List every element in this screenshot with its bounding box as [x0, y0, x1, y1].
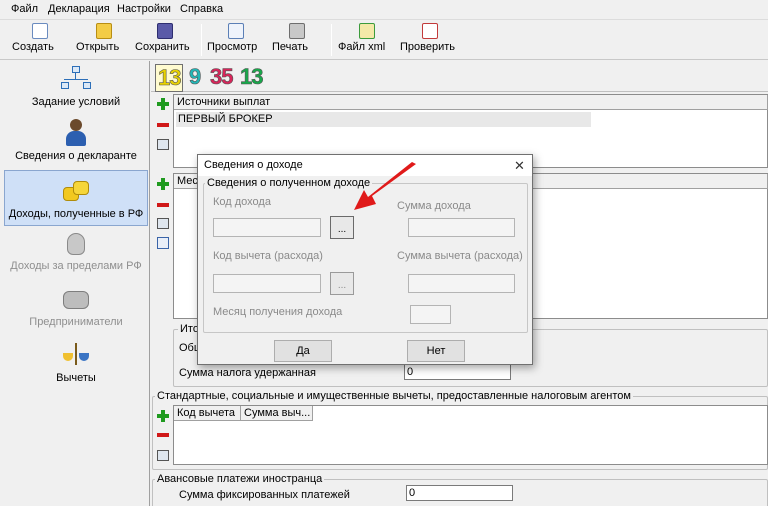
remove-source-button[interactable]: [157, 123, 169, 127]
nav-label: Сведения о декларанте: [15, 150, 137, 162]
nav-label: Задание условий: [31, 96, 121, 108]
coins-icon: [61, 177, 91, 205]
fixed-payments-label: Сумма фиксированных платежей: [179, 489, 350, 501]
handshake-icon: [61, 285, 91, 313]
month-field[interactable]: [410, 305, 451, 324]
toolbar: Создать Открыть Сохранить Просмотр Печат…: [0, 20, 768, 60]
withheld-tax-label: Сумма налога удержанная: [179, 367, 316, 379]
tax-rate-tabs: 13 9 35 13: [151, 61, 768, 92]
rate-tab-13-nonresident[interactable]: 13: [240, 64, 264, 90]
check-label: Проверить: [400, 41, 456, 53]
rate-tab-13[interactable]: 13: [155, 64, 184, 92]
toolbar-separator: [331, 24, 332, 56]
nav-label: Доходы за пределами РФ: [10, 260, 142, 272]
copy-income-icon[interactable]: [157, 237, 169, 249]
preview-label: Просмотр: [207, 41, 258, 53]
fixed-payments-field[interactable]: 0: [406, 485, 513, 501]
left-nav: Задание условий Сведения о декларанте До…: [0, 61, 150, 506]
new-document-icon: [32, 23, 48, 39]
open-button[interactable]: Открыть: [76, 22, 132, 59]
col-deduction-code[interactable]: Код вычета: [174, 406, 241, 421]
create-label: Создать: [12, 41, 54, 53]
deduction-code-label: Код вычета (расхода): [213, 250, 323, 262]
no-button[interactable]: Нет: [407, 340, 465, 362]
remove-deduction-button[interactable]: [157, 433, 169, 437]
rate-tab-35[interactable]: 35: [210, 64, 234, 90]
toolbar-separator: [201, 24, 202, 56]
nav-label: Предприниматели: [29, 316, 123, 328]
menu-help[interactable]: Справка: [180, 3, 223, 15]
add-income-button[interactable]: [157, 178, 169, 190]
dialog-title: Сведения о доходе: [204, 159, 303, 171]
income-code-label: Код дохода: [213, 196, 271, 208]
tree-structure-icon: [61, 65, 91, 93]
deduction-code-picker-button[interactable]: ...: [330, 272, 354, 295]
printer-icon: [289, 23, 305, 39]
xml-file-button[interactable]: Файл xml: [338, 22, 396, 59]
table-row[interactable]: ПЕРВЫЙ БРОКЕР: [176, 112, 591, 127]
col-deduction-sum[interactable]: Сумма выч...: [241, 406, 313, 421]
nav-item-conditions[interactable]: Задание условий: [4, 65, 148, 117]
money-bag-icon: [61, 229, 91, 257]
save-button[interactable]: Сохранить: [135, 22, 195, 59]
nav-item-income-abroad[interactable]: Доходы за пределами РФ: [4, 229, 148, 281]
red-arrow-annotation: [354, 162, 416, 210]
remove-income-button[interactable]: [157, 203, 169, 207]
print-button[interactable]: Печать: [272, 22, 322, 59]
magnifier-document-icon: [228, 23, 244, 39]
add-source-button[interactable]: [157, 98, 169, 110]
income-sum-field[interactable]: [408, 218, 515, 237]
folder-open-icon: [96, 23, 112, 39]
menu-settings[interactable]: Настройки: [117, 3, 171, 15]
advance-payments-title: Авансовые платежи иностранца: [155, 473, 325, 485]
edit-deduction-icon[interactable]: [157, 450, 169, 461]
save-label: Сохранить: [135, 41, 190, 53]
menu-bar: Файл Декларация Настройки Справка: [0, 0, 768, 20]
open-label: Открыть: [76, 41, 120, 53]
rate-tab-9[interactable]: 9: [189, 64, 202, 90]
nav-item-income-rf[interactable]: Доходы, полученные в РФ: [4, 170, 148, 226]
deduction-sum-label: Сумма вычета (расхода): [397, 250, 523, 262]
nav-item-deductions[interactable]: Вычеты: [4, 341, 148, 393]
deductions-table[interactable]: Код вычета Сумма выч...: [173, 405, 768, 465]
nav-label: Вычеты: [56, 372, 96, 384]
nav-label: Доходы, полученные в РФ: [8, 208, 144, 220]
nav-item-entrepreneurs[interactable]: Предприниматели: [4, 285, 148, 337]
sources-header: Источники выплат: [174, 95, 768, 110]
deduction-code-field[interactable]: [213, 274, 321, 293]
received-income-title: Сведения о полученном доходе: [205, 177, 373, 189]
add-deduction-button[interactable]: [157, 410, 169, 422]
scales-icon: [61, 341, 91, 369]
deduction-sum-field[interactable]: [408, 274, 515, 293]
menu-declaration[interactable]: Декларация: [48, 3, 110, 15]
floppy-disk-icon: [157, 23, 173, 39]
xml-export-icon: [359, 23, 375, 39]
close-icon[interactable]: ✕: [514, 158, 525, 174]
menu-file[interactable]: Файл: [11, 3, 38, 15]
print-label: Печать: [272, 41, 309, 53]
xml-file-label: Файл xml: [338, 41, 386, 53]
withheld-tax-field[interactable]: 0: [404, 364, 511, 380]
checklist-icon: [422, 23, 438, 39]
preview-button[interactable]: Просмотр: [207, 22, 265, 59]
nav-item-declarant[interactable]: Сведения о декларанте: [4, 119, 148, 171]
edit-income-icon[interactable]: [157, 218, 169, 229]
person-icon: [61, 119, 91, 147]
income-code-field[interactable]: [213, 218, 321, 237]
standard-deductions-title: Стандартные, социальные и имущественные …: [155, 390, 633, 402]
yes-button[interactable]: Да: [274, 340, 332, 362]
edit-source-icon[interactable]: [157, 139, 169, 150]
check-button[interactable]: Проверить: [400, 22, 460, 59]
create-button[interactable]: Создать: [12, 22, 68, 59]
month-label: Месяц получения дохода: [213, 306, 343, 318]
